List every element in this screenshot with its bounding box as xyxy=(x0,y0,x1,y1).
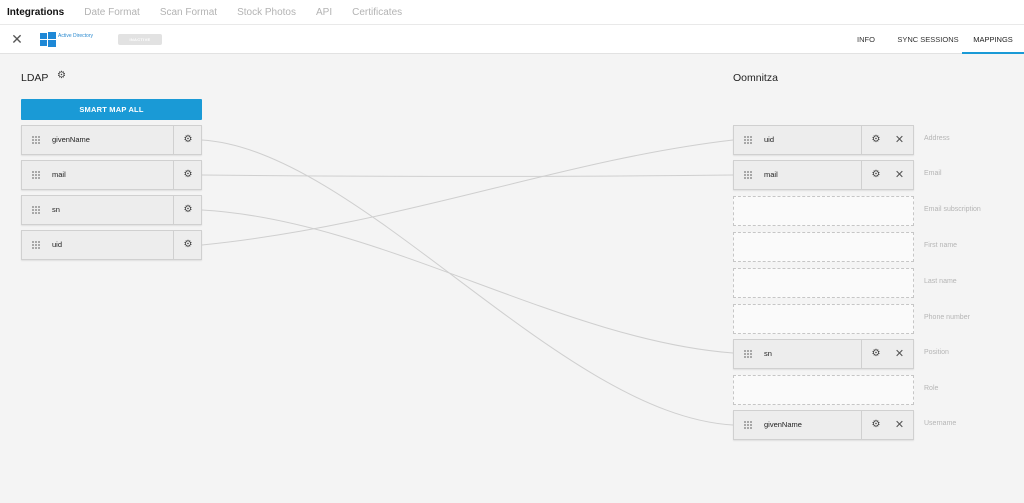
oomnitza-field-label-email-subscription: Email subscription xyxy=(924,206,981,213)
drag-handle-icon[interactable] xyxy=(32,241,41,250)
field-settings-gear-icon[interactable]: ⚙ xyxy=(173,231,202,259)
remove-mapping-close-icon[interactable]: ✕ xyxy=(885,126,914,154)
oomnitza-field-label-address: Address xyxy=(924,135,950,142)
field-settings-gear-icon[interactable]: ⚙ xyxy=(173,126,202,154)
oomnitza-field-label-last-name: Last name xyxy=(924,278,957,285)
mapping-line-mail xyxy=(201,174,734,177)
oomnitza-mapped-field-uid[interactable]: uid ⚙ ✕ xyxy=(733,125,914,155)
field-label: mail xyxy=(52,170,66,179)
ldap-field-uid[interactable]: uid ⚙ xyxy=(21,230,202,260)
field-label: mail xyxy=(764,170,778,179)
oomnitza-field-label-role: Role xyxy=(924,385,939,392)
smart-map-all-button[interactable]: SMART MAP ALL xyxy=(21,99,202,120)
empty-drop-slot[interactable] xyxy=(733,268,914,298)
empty-drop-slot[interactable] xyxy=(733,196,914,226)
drag-handle-icon[interactable] xyxy=(32,171,41,180)
drag-handle-icon[interactable] xyxy=(32,136,41,145)
drag-handle-icon[interactable] xyxy=(744,350,753,359)
oomnitza-mapped-field-mail[interactable]: mail ⚙ ✕ xyxy=(733,160,914,190)
field-label: uid xyxy=(52,240,63,249)
oomnitza-field-label-username: Username xyxy=(924,420,957,427)
field-settings-gear-icon[interactable]: ⚙ xyxy=(173,161,202,189)
oomnitza-mapped-field-sn[interactable]: sn ⚙ ✕ xyxy=(733,339,914,369)
drag-handle-icon[interactable] xyxy=(744,421,753,430)
remove-mapping-close-icon[interactable]: ✕ xyxy=(885,340,914,368)
oomnitza-field-label-phone-number: Phone number xyxy=(924,314,970,321)
field-label: givenName xyxy=(764,420,802,429)
empty-drop-slot[interactable] xyxy=(733,232,914,262)
drag-handle-icon[interactable] xyxy=(32,206,41,215)
field-label: givenName xyxy=(52,135,90,144)
ldap-field-mail[interactable]: mail ⚙ xyxy=(21,160,202,190)
oomnitza-field-label-first-name: First name xyxy=(924,242,958,249)
field-label: sn xyxy=(764,349,772,358)
remove-mapping-close-icon[interactable]: ✕ xyxy=(885,161,914,189)
empty-drop-slot[interactable] xyxy=(733,304,914,334)
mapping-line-sn xyxy=(201,209,734,354)
field-label: sn xyxy=(52,205,60,214)
oomnitza-mapped-field-givenname[interactable]: givenName ⚙ ✕ xyxy=(733,410,914,440)
ldap-title: LDAP xyxy=(21,72,49,84)
oomnitza-field-label-email: Email xyxy=(924,170,942,177)
empty-drop-slot[interactable] xyxy=(733,375,914,405)
remove-mapping-close-icon[interactable]: ✕ xyxy=(885,411,914,439)
mapping-line-uid xyxy=(201,139,734,246)
ldap-field-givenname[interactable]: givenName ⚙ xyxy=(21,125,202,155)
oomnitza-field-label-position: Position xyxy=(924,349,949,356)
drag-handle-icon[interactable] xyxy=(744,171,753,180)
oomnitza-title: Oomnitza xyxy=(733,72,778,84)
field-settings-gear-icon[interactable]: ⚙ xyxy=(173,196,202,224)
mapping-line-givenname xyxy=(201,139,734,426)
ldap-field-sn[interactable]: sn ⚙ xyxy=(21,195,202,225)
drag-handle-icon[interactable] xyxy=(744,136,753,145)
field-label: uid xyxy=(764,135,775,144)
ldap-settings-gear-icon[interactable]: ⚙ xyxy=(57,71,67,81)
